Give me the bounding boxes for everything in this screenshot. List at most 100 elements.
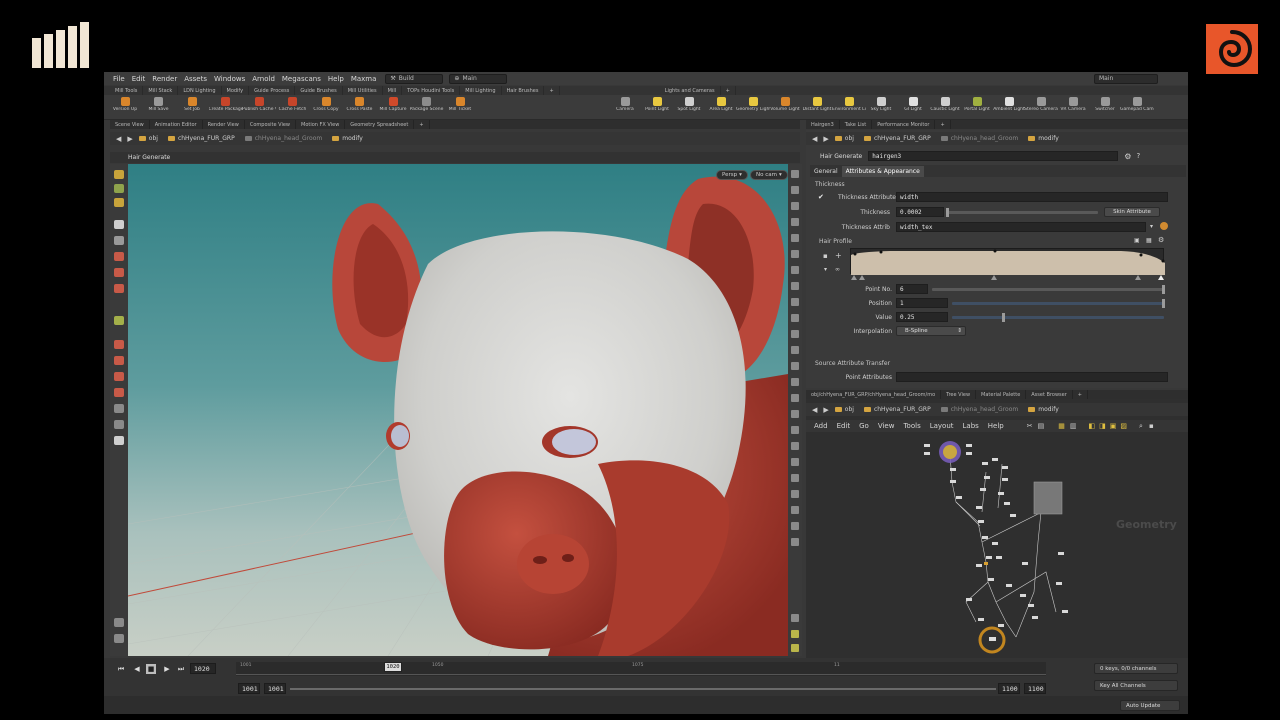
add-point-icon[interactable]: ▪	[823, 252, 828, 260]
value-field[interactable]: 0.25	[896, 312, 948, 322]
view-icon[interactable]	[114, 316, 124, 325]
back-arrow-icon[interactable]: ◀	[812, 406, 817, 414]
net-menu-go[interactable]: Go	[859, 422, 869, 430]
shelf-tab[interactable]: Mill Stack	[143, 86, 179, 95]
tool-icon[interactable]	[114, 404, 124, 413]
main-desk-select[interactable]: ⊕ Main	[449, 73, 508, 84]
camera-icon[interactable]	[114, 436, 124, 445]
dropdown-icon[interactable]: ▾	[1150, 223, 1153, 230]
menu-megascans[interactable]: Megascans	[282, 75, 321, 83]
path-modify[interactable]: modify	[332, 135, 363, 142]
display-option-icon[interactable]	[791, 186, 799, 194]
path-fur[interactable]: chHyena_FUR_GRP	[863, 406, 931, 413]
camera-menu[interactable]: No cam ▾	[750, 170, 788, 180]
interpolation-select[interactable]: B-Spline ⇕	[896, 326, 966, 336]
build-desk-select[interactable]: ⚒ Build	[385, 73, 444, 84]
tab-attributes-appearance[interactable]: Attributes & Appearance	[841, 165, 924, 177]
point-no-slider[interactable]	[932, 288, 1164, 291]
shelf-tool-button[interactable]: Switcher	[1088, 97, 1122, 119]
thickness-slider[interactable]	[948, 211, 1098, 214]
paint-icon[interactable]	[114, 284, 124, 293]
display-option-icon[interactable]	[791, 458, 799, 466]
shelf-tool-button[interactable]: Ambient Light	[992, 97, 1026, 119]
add-pane-tab-icon[interactable]: +	[414, 120, 430, 129]
display-option-icon[interactable]	[791, 314, 799, 322]
point-no-field[interactable]: 6	[896, 284, 928, 294]
ramp-view-icon[interactable]: ▦	[1146, 237, 1152, 244]
tools-icon[interactable]: ▦	[1058, 422, 1065, 430]
path-fur[interactable]: chHyena_FUR_GRP	[167, 135, 235, 142]
auto-update-select[interactable]: Auto Update	[1120, 700, 1180, 711]
shelf-tool-button[interactable]: Geometry Light	[736, 97, 770, 119]
add-pane-tab-icon[interactable]: +	[1073, 390, 1088, 399]
tab-take-list[interactable]: Take List	[840, 120, 873, 129]
shelf-tab[interactable]: Modify	[222, 86, 250, 95]
shelf-tool-button[interactable]: Sky Light	[864, 97, 898, 119]
display-option-icon[interactable]	[791, 394, 799, 402]
shelf-tool-button[interactable]: Cross Paste	[343, 97, 377, 119]
tab-asset-browser[interactable]: Asset Browser	[1026, 390, 1073, 399]
hair-profile-ramp[interactable]	[850, 248, 1165, 275]
display-option-icon[interactable]	[791, 346, 799, 354]
tools-icon[interactable]: ◧	[1089, 422, 1096, 430]
range-start-field[interactable]: 1001	[238, 683, 260, 694]
shelf-tool-button[interactable]: Distant Light	[800, 97, 834, 119]
menu-edit[interactable]: Edit	[132, 75, 146, 83]
lights-shelf-tab[interactable]: Lights and Cameras	[660, 86, 721, 95]
display-option-icon[interactable]	[791, 298, 799, 306]
shelf-tab[interactable]: Mill Utilities	[343, 86, 383, 95]
tab-animation-editor[interactable]: Animation Editor	[150, 120, 203, 129]
net-menu-layout[interactable]: Layout	[930, 422, 954, 430]
display-option-icon[interactable]	[791, 170, 799, 178]
shelf-tool-button[interactable]: Version Up	[108, 97, 142, 119]
position-field[interactable]: 1	[896, 298, 948, 308]
point-no-slider-handle[interactable]	[1162, 285, 1165, 294]
tab-render-view[interactable]: Render View	[203, 120, 245, 129]
add-shelf-tab-icon[interactable]: +	[721, 86, 736, 95]
forward-arrow-icon[interactable]: ▶	[127, 135, 132, 143]
stop-icon[interactable]: ■	[146, 664, 156, 674]
path-groom[interactable]: chHyena_head_Groom	[940, 406, 1018, 413]
menu-assets[interactable]: Assets	[184, 75, 207, 83]
scene-viewport[interactable]	[128, 164, 788, 656]
display-option-icon[interactable]	[791, 442, 799, 450]
shelf-tool-button[interactable]: Package Scene	[410, 97, 444, 119]
tool-icon[interactable]	[114, 420, 124, 429]
gear-icon[interactable]: ⚙	[1158, 236, 1164, 244]
value-slider[interactable]	[952, 316, 1164, 319]
tab-performance-monitor[interactable]: Performance Monitor	[872, 120, 936, 129]
menu-render[interactable]: Render	[152, 75, 177, 83]
range-start2-field[interactable]: 1001	[264, 683, 286, 694]
pointer-icon[interactable]	[114, 220, 124, 229]
shelf-tab[interactable]: Guide Process	[249, 86, 296, 95]
persp-menu[interactable]: Persp ▾	[716, 170, 748, 180]
magnet-icon[interactable]	[114, 356, 124, 365]
add-point-icon[interactable]: +	[835, 251, 842, 260]
shelf-tool-button[interactable]: Set Job	[175, 97, 209, 119]
link-chain-icon[interactable]: ∞	[835, 266, 840, 273]
shelf-tool-button[interactable]: Mill Ticket	[443, 97, 477, 119]
net-menu-view[interactable]: View	[878, 422, 895, 430]
tools-icon[interactable]: ▣	[1110, 422, 1117, 430]
display-option-icon[interactable]	[791, 330, 799, 338]
shelf-tab[interactable]: LDN Lighting	[178, 86, 222, 95]
shelf-tool-button[interactable]: Portal Light	[960, 97, 994, 119]
add-shelf-tab-icon[interactable]: +	[544, 86, 560, 95]
menu-help[interactable]: Help	[328, 75, 344, 83]
path-obj[interactable]: obj	[834, 406, 854, 413]
net-menu-help[interactable]: Help	[988, 422, 1004, 430]
right-desk-select[interactable]: Main	[1094, 73, 1158, 84]
path-groom[interactable]: chHyena_head_Groom	[940, 135, 1018, 142]
shelf-tool-button[interactable]: VR Camera	[1056, 97, 1090, 119]
path-modify[interactable]: modify	[1028, 135, 1059, 142]
forward-arrow-icon[interactable]: ▶	[823, 135, 828, 143]
brush-icon[interactable]	[114, 268, 124, 277]
node-name-field[interactable]: hairgen3	[868, 151, 1119, 161]
display-option-icon[interactable]	[791, 522, 799, 530]
back-arrow-icon[interactable]: ◀	[116, 135, 121, 143]
timeline-scrubber[interactable]: 1001 1050 1075 11 1020	[236, 662, 1046, 676]
shelf-tool-button[interactable]: Volume Light	[768, 97, 802, 119]
network-editor-canvas[interactable]	[806, 432, 1188, 658]
jump-end-icon[interactable]: ⏭	[176, 664, 186, 674]
current-frame-field[interactable]: 1020	[190, 663, 216, 674]
